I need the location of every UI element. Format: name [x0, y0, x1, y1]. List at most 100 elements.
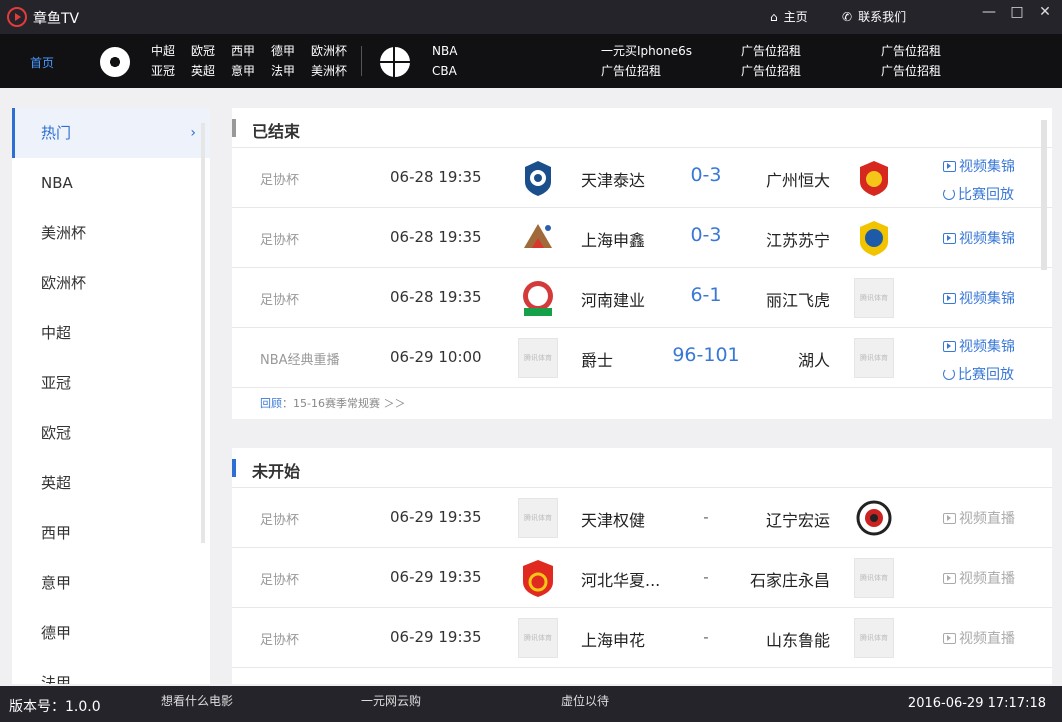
replay-link[interactable]: 比赛回放: [943, 364, 1015, 384]
ad-link[interactable]: 广告位招租: [881, 64, 1021, 78]
match-row[interactable]: 足协杯 06-29 19:35 河北华夏... - 石家庄永昌 腾讯体育 视频直…: [232, 548, 1052, 608]
home-link[interactable]: ⌂ 主页: [770, 8, 808, 25]
sidebar-item-epl[interactable]: 英超: [12, 458, 210, 508]
away-team: 江苏苏宁: [765, 231, 830, 250]
footer-link[interactable]: 一元网云购: [361, 692, 421, 709]
video-icon: [943, 292, 956, 304]
sidebar-item-label: 亚冠: [41, 374, 72, 392]
nav-league-link[interactable]: 德甲: [271, 44, 311, 58]
minimize-button[interactable]: —: [980, 4, 998, 20]
link-label: 视频集锦: [959, 159, 1015, 175]
nav-league-link[interactable]: CBA: [432, 64, 457, 78]
match-links: 视频集锦 比赛回放: [943, 156, 1015, 204]
link-label: 比赛回放: [958, 187, 1014, 203]
match-time: 06-28 19:35: [390, 168, 482, 186]
away-team: 山东鲁能: [765, 631, 830, 650]
video-icon: [943, 340, 956, 352]
match-row[interactable]: 足协杯 06-29 19:35 腾讯体育 天津权健 - 辽宁宏运 视频直播: [232, 488, 1052, 548]
highlights-link[interactable]: 视频集锦: [943, 288, 1015, 308]
link-label: 视频直播: [959, 571, 1015, 587]
team-crest-icon: [525, 161, 551, 196]
nav-bar: 首页 中超 欧冠 西甲 德甲 欧洲杯 亚冠 英超 意甲 法甲 美洲杯 NBA C…: [0, 34, 1062, 88]
league-name: 足协杯: [260, 173, 300, 188]
ad-link[interactable]: 广告位招租: [601, 64, 741, 78]
sidebar-item-ucl[interactable]: 欧冠: [12, 408, 210, 458]
section-accent-bar: [232, 459, 236, 477]
nav-league-link[interactable]: 欧冠: [191, 44, 231, 58]
main-scrollbar[interactable]: [1041, 120, 1047, 270]
review-text: 回顾：15-16赛季常规赛 ＞＞: [260, 395, 405, 411]
sidebar-item-laliga[interactable]: 西甲: [12, 508, 210, 558]
match-links: 视频集锦: [943, 228, 1015, 248]
sidebar-item-csl[interactable]: 中超: [12, 308, 210, 358]
sidebar-item-seriea[interactable]: 意甲: [12, 558, 210, 608]
placeholder-logo: 腾讯体育: [518, 498, 558, 538]
section-title: 已结束: [252, 122, 301, 141]
match-time: 06-28 19:35: [390, 288, 482, 306]
ad-links: 一元买Iphone6s 广告位招租 广告位招租 广告位招租 广告位招租 广告位招…: [601, 44, 1021, 78]
video-icon: [943, 160, 956, 172]
soccer-ball-icon: [100, 47, 130, 77]
away-team: 丽江飞虎: [765, 291, 830, 310]
league-name: 足协杯: [260, 573, 300, 588]
highlights-link[interactable]: 视频集锦: [943, 336, 1015, 356]
ad-link[interactable]: 广告位招租: [881, 44, 1021, 58]
team-crest-icon: [524, 224, 552, 248]
close-button[interactable]: ✕: [1036, 4, 1054, 20]
nav-league-link[interactable]: 欧洲杯: [311, 44, 361, 58]
review-detail: ：15-16赛季常规赛 ＞＞: [282, 397, 406, 410]
sidebar-item-afc[interactable]: 亚冠: [12, 358, 210, 408]
live-link[interactable]: 视频直播: [943, 568, 1015, 588]
nav-league-link[interactable]: 美洲杯: [311, 64, 361, 78]
live-link[interactable]: 视频直播: [943, 508, 1015, 528]
ad-link[interactable]: 广告位招租: [741, 64, 881, 78]
nav-league-link[interactable]: NBA: [432, 44, 457, 58]
upcoming-panel: 未开始 足协杯 06-29 19:35 腾讯体育 天津权健 - 辽宁宏运 视频直…: [232, 448, 1052, 684]
sidebar-scrollbar[interactable]: [201, 123, 205, 543]
match-row[interactable]: NBA经典重播 06-29 10:00 腾讯体育 爵士 96-101 湖人 腾讯…: [232, 328, 1052, 388]
nav-league-link[interactable]: 中超: [151, 44, 191, 58]
sidebar-item-hot[interactable]: 热门 ›: [12, 108, 210, 158]
footer-link[interactable]: 想看什么电影: [161, 692, 233, 709]
sidebar-item-ligue1[interactable]: 法甲: [12, 658, 210, 684]
sidebar-item-copa-america[interactable]: 美洲杯: [12, 208, 210, 258]
placeholder-logo: 腾讯体育: [854, 618, 894, 658]
sidebar-item-nba[interactable]: NBA: [12, 158, 210, 208]
replay-link[interactable]: 比赛回放: [943, 184, 1015, 204]
team-crest-icon: [860, 221, 888, 256]
match-row[interactable]: 足协杯 06-28 19:35 天津泰达 0-3 广州恒大 视频集锦 比赛回放: [232, 148, 1052, 208]
live-link[interactable]: 视频直播: [943, 628, 1015, 648]
match-links: 视频直播: [943, 568, 1015, 588]
match-row[interactable]: 足协杯 06-28 19:35 上海申鑫 0-3 江苏苏宁 视频集锦: [232, 208, 1052, 268]
footer-link[interactable]: 虚位以待: [561, 692, 609, 709]
link-label: 视频集锦: [959, 339, 1015, 355]
basketball-icon: [380, 47, 410, 77]
category-sidebar: 热门 › NBA 美洲杯 欧洲杯 中超 亚冠 欧冠 英超 西甲 意甲 德甲 法甲: [12, 108, 210, 684]
nav-home-tab[interactable]: 首页: [30, 54, 54, 71]
match-row[interactable]: 足协杯 06-28 19:35 河南建业 6-1 丽江飞虎 腾讯体育 视频集锦: [232, 268, 1052, 328]
title-bar: 章鱼TV ⌂ 主页 ✆ 联系我们 — □ ✕: [0, 0, 1062, 34]
nav-league-link[interactable]: 西甲: [231, 44, 271, 58]
match-row[interactable]: 足协杯 06-29 19:35 腾讯体育 上海申花 - 山东鲁能 腾讯体育 视频…: [232, 608, 1052, 668]
nav-league-link[interactable]: 法甲: [271, 64, 311, 78]
nav-league-link[interactable]: 亚冠: [151, 64, 191, 78]
sidebar-item-euro[interactable]: 欧洲杯: [12, 258, 210, 308]
nav-league-link[interactable]: 英超: [191, 64, 231, 78]
match-links: 视频直播: [943, 628, 1015, 648]
review-link[interactable]: 回顾：15-16赛季常规赛 ＞＞: [232, 388, 1052, 416]
nav-league-link[interactable]: 意甲: [231, 64, 271, 78]
match-time: 06-29 19:35: [390, 628, 482, 646]
sidebar-item-bundesliga[interactable]: 德甲: [12, 608, 210, 658]
ad-link[interactable]: 广告位招租: [741, 44, 881, 58]
highlights-link[interactable]: 视频集锦: [943, 228, 1015, 248]
team-crest-icon: [523, 281, 553, 316]
match-time: 06-29 19:35: [390, 508, 482, 526]
team-crest-icon: [523, 560, 553, 597]
highlights-link[interactable]: 视频集锦: [943, 156, 1015, 176]
window-controls: — □ ✕: [980, 4, 1054, 20]
contact-link[interactable]: ✆ 联系我们: [842, 8, 906, 25]
maximize-button[interactable]: □: [1008, 4, 1026, 20]
version-label: 版本号：1.0.0: [9, 699, 101, 715]
ad-link[interactable]: 一元买Iphone6s: [601, 44, 741, 58]
placeholder-logo: 腾讯体育: [518, 618, 558, 658]
